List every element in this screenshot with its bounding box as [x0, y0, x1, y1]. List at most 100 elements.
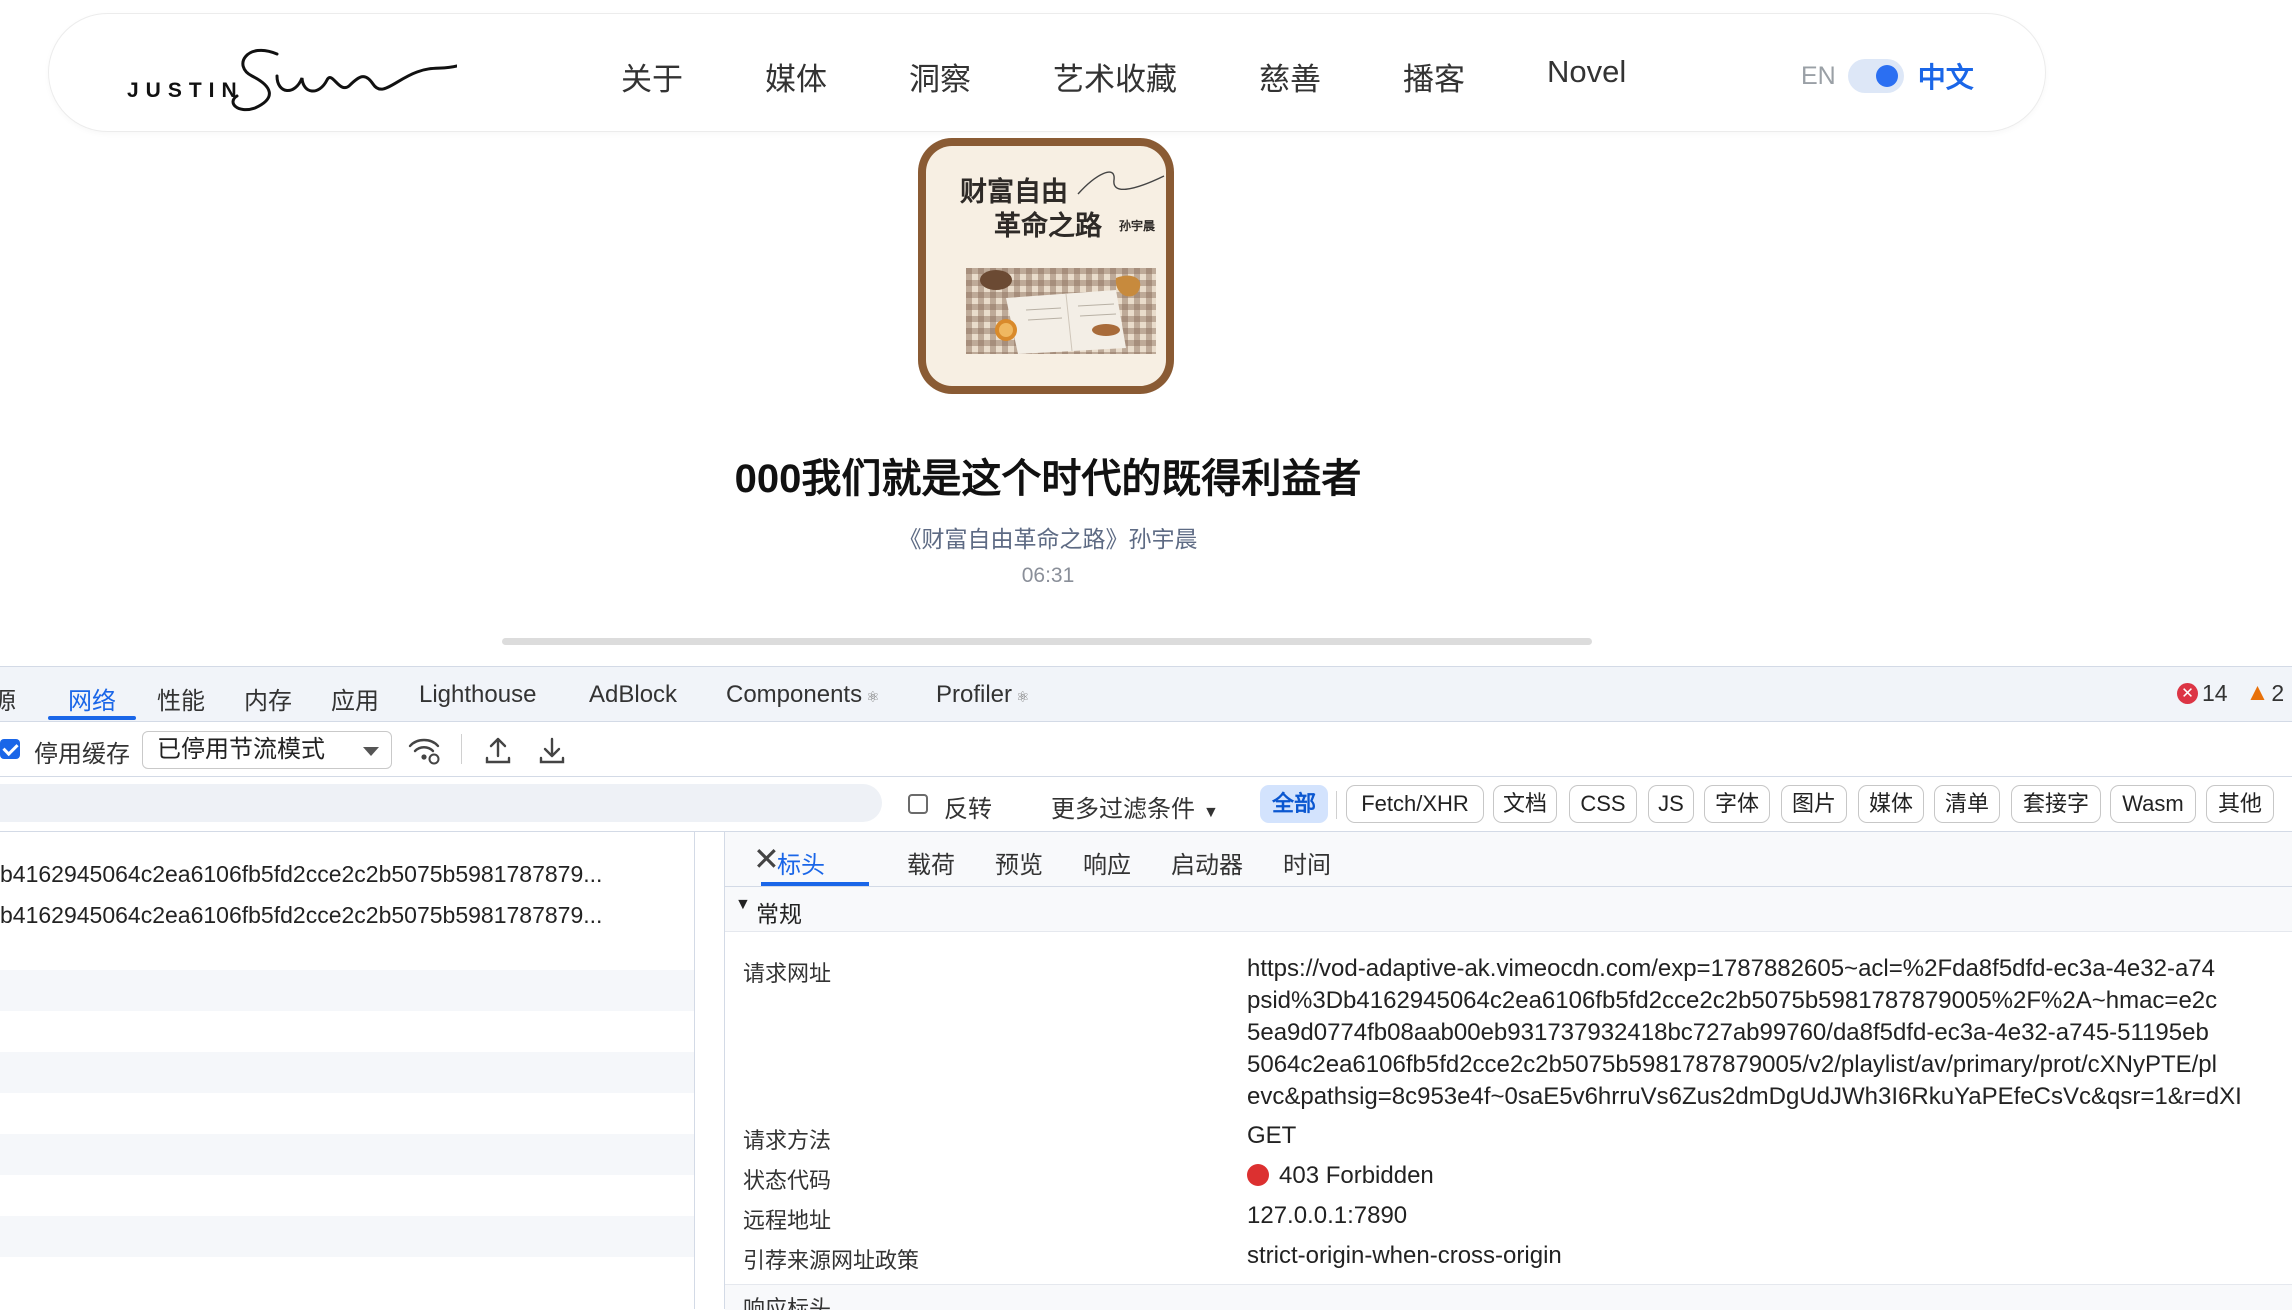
table-row[interactable]: b4162945064c2ea6106fb5fd2cce2c2b5075b598… — [0, 894, 694, 935]
filter-chip-fetch-xhr[interactable]: Fetch/XHR — [1346, 785, 1484, 823]
episode-subtitle[interactable]: 《财富自由革命之路》孙宇晨 — [0, 520, 2096, 554]
tab-network[interactable]: 网络 — [68, 681, 116, 716]
language-switch: EN 中文 — [1801, 56, 1974, 96]
tab-profiler-label: Profiler — [936, 681, 1013, 708]
lang-zh-label[interactable]: 中文 — [1918, 56, 1974, 96]
tab-initiator[interactable]: 启动器 — [1171, 845, 1243, 880]
request-name: b4162945064c2ea6106fb5fd2cce2c2b5075b598… — [0, 861, 603, 887]
nav-item-charity[interactable]: 慈善 — [1259, 54, 1321, 99]
request-url-line: 5064c2ea6106fb5fd2cce2c2b5075b5981787879… — [1247, 1051, 2217, 1078]
tab-application[interactable]: 应用 — [331, 681, 379, 716]
react-icon: ⚛ — [1016, 689, 1030, 706]
status-code-value: 403 Forbidden — [1247, 1162, 1434, 1190]
network-toolbar: 停用缓存 已停用节流模式 — [0, 722, 2292, 777]
invert-label[interactable]: 反转 — [944, 789, 992, 824]
filter-chip-manifest[interactable]: 清单 — [1934, 785, 2000, 823]
filter-chip-all[interactable]: 全部 — [1260, 785, 1328, 823]
tab-performance[interactable]: 性能 — [157, 681, 205, 716]
filter-chip-css[interactable]: CSS — [1569, 785, 1637, 823]
request-url-line: 5ea9d0774fb08aab00eb931737932418bc727ab9… — [1247, 1019, 2209, 1046]
episode-title: 000我们就是这个时代的既得利益者 — [734, 457, 1362, 501]
caret-down-icon: ▼ — [1203, 804, 1219, 821]
warning-count: 2 — [2271, 679, 2285, 706]
filter-chip-js[interactable]: JS — [1648, 785, 1694, 823]
filter-chip-websocket[interactable]: 套接字 — [2011, 785, 2101, 823]
active-tab-indicator — [48, 716, 136, 720]
filter-chip-font[interactable]: 字体 — [1704, 785, 1770, 823]
remote-address-label: 远程地址 — [743, 1208, 832, 1233]
request-method-value: GET — [1247, 1122, 1297, 1149]
empty-row — [0, 1052, 694, 1093]
tab-components[interactable]: Components ⚛ — [726, 681, 880, 709]
throttling-value: 已停用节流模式 — [157, 736, 325, 763]
request-method-label: 请求方法 — [743, 1128, 832, 1153]
network-conditions-icon[interactable] — [407, 734, 441, 766]
nav-item-about[interactable]: 关于 — [621, 54, 683, 99]
filter-bar: 反转 更多过滤条件 ▼ 全部 Fetch/XHR 文档 CSS JS 字体 图片 … — [0, 777, 2292, 832]
disable-cache-label[interactable]: 停用缓存 — [34, 734, 130, 769]
nav-item-novel[interactable]: Novel — [1547, 54, 1626, 99]
request-list: b4162945064c2ea6106fb5fd2cce2c2b5075b598… — [0, 832, 695, 1309]
main-nav: 关于 媒体 洞察 艺术收藏 慈善 播客 Novel — [621, 54, 1626, 99]
filter-chip-img[interactable]: 图片 — [1781, 785, 1847, 823]
status-text: 403 Forbidden — [1279, 1162, 1434, 1189]
tab-profiler[interactable]: Profiler ⚛ — [936, 681, 1029, 709]
issue-counter[interactable]: ✕ 14 ▲ 2 — [2177, 679, 2284, 707]
referrer-policy-label: 引荐来源网址政策 — [743, 1248, 920, 1273]
react-icon: ⚛ — [866, 689, 880, 706]
referrer-policy-value: strict-origin-when-cross-origin — [1247, 1242, 1562, 1269]
throttling-select[interactable]: 已停用节流模式 — [142, 731, 392, 769]
export-har-icon[interactable] — [535, 734, 569, 766]
tab-response[interactable]: 响应 — [1083, 845, 1131, 880]
toggle-knob — [1875, 65, 1898, 87]
nav-item-media[interactable]: 媒体 — [765, 54, 827, 99]
close-icon[interactable]: ✕ — [753, 840, 780, 878]
language-toggle[interactable] — [1847, 59, 1904, 93]
tab-sources[interactable]: 源 — [0, 681, 16, 716]
tab-headers[interactable]: 标头 — [777, 845, 825, 880]
status-error-icon — [1247, 1164, 1269, 1186]
tab-timing[interactable]: 时间 — [1283, 845, 1331, 880]
nav-item-insights[interactable]: 洞察 — [909, 54, 971, 99]
request-url-line: psid%3Db4162945064c2ea6106fb5fd2cce2c2b5… — [1247, 987, 2218, 1014]
section-title: 响应标头 — [743, 1296, 832, 1310]
podcast-cover: 财富自由 革命之路 孙宇晨 — [918, 138, 1174, 394]
devtools-tab-bar: 源 网络 性能 内存 应用 Lighthouse AdBlock Compone… — [0, 667, 2292, 722]
tab-memory[interactable]: 内存 — [244, 681, 292, 716]
cover-title-line2: 革命之路 — [994, 211, 1102, 241]
filter-chip-media[interactable]: 媒体 — [1858, 785, 1924, 823]
filter-chip-other[interactable]: 其他 — [2206, 785, 2274, 823]
request-url-line: evc&pathsig=8c953e4f~0saE5v6hrruVs6Zus2d… — [1247, 1083, 2242, 1110]
filter-chip-wasm[interactable]: Wasm — [2110, 785, 2196, 823]
empty-row — [0, 1134, 694, 1175]
audio-progress-bar[interactable] — [502, 638, 1592, 645]
section-title: 常规 — [756, 901, 802, 927]
tab-adblock[interactable]: AdBlock — [589, 681, 677, 709]
cover-artwork: 财富自由 革命之路 孙宇晨 — [926, 146, 1166, 386]
tab-payload[interactable]: 载荷 — [907, 845, 955, 880]
more-filters-dropdown[interactable]: 更多过滤条件 ▼ — [1051, 789, 1219, 824]
response-headers-section-header[interactable]: 响应标头 — [725, 1284, 2292, 1310]
import-har-icon[interactable] — [481, 734, 515, 766]
episode-duration: 06:31 — [1021, 564, 1075, 587]
detail-tab-bar: ✕ 标头 载荷 预览 响应 启动器 时间 — [725, 832, 2292, 887]
empty-row — [0, 1216, 694, 1257]
filter-chip-doc[interactable]: 文档 — [1493, 785, 1557, 823]
nav-item-art-collection[interactable]: 艺术收藏 — [1053, 54, 1177, 99]
lang-en-label[interactable]: EN — [1801, 62, 1836, 91]
active-tab-indicator — [761, 882, 869, 886]
justin-sun-logo[interactable] — [127, 36, 457, 116]
tab-lighthouse[interactable]: Lighthouse — [419, 681, 536, 709]
devtools-panel: 源 网络 性能 内存 应用 Lighthouse AdBlock Compone… — [0, 666, 2292, 1310]
empty-row — [0, 970, 694, 1011]
cover-author: 孙宇晨 — [1119, 219, 1156, 233]
request-url-label: 请求网址 — [743, 961, 832, 986]
filter-input[interactable] — [0, 784, 882, 822]
nav-item-podcast[interactable]: 播客 — [1403, 54, 1465, 99]
tab-preview[interactable]: 预览 — [995, 845, 1043, 880]
invert-checkbox[interactable] — [908, 794, 928, 814]
error-count: 14 — [2202, 679, 2228, 706]
disable-cache-checkbox[interactable] — [0, 739, 20, 759]
general-section-header[interactable]: ▼ 常规 — [725, 887, 2292, 932]
table-row[interactable]: b4162945064c2ea6106fb5fd2cce2c2b5075b598… — [0, 853, 694, 894]
